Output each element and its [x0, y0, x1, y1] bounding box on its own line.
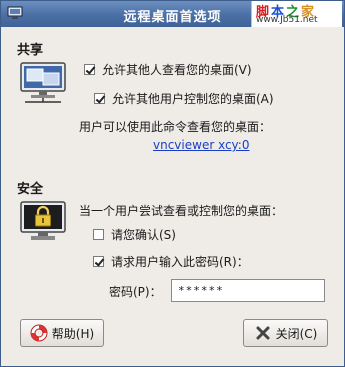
require-password-label[interactable]: 请求用户输入此密码(R)：	[111, 253, 249, 270]
confirm-checkbox[interactable]	[93, 229, 104, 240]
help-button-label: 帮助(H)	[51, 326, 95, 341]
vnc-command-link[interactable]: vncviewer xcy:0	[153, 138, 249, 152]
close-x-icon	[256, 326, 270, 340]
preferences-dialog: 远程桌面首选项 脚本之家 www.Jb51.net 共享 允许其他人查看您的桌面…	[0, 0, 345, 367]
title-bar[interactable]: 远程桌面首选项 脚本之家 www.Jb51.net	[1, 1, 344, 27]
watermark-url: www.Jb51.net	[256, 15, 318, 25]
allow-view-label[interactable]: 允许其他人查看您的桌面(V)	[102, 61, 252, 78]
sharing-heading: 共享	[17, 43, 44, 58]
allow-control-checkbox-row[interactable]: 允许其他用户控制您的桌面(A)	[94, 90, 274, 107]
close-button-label: 关闭(C)	[275, 326, 318, 341]
require-password-checkbox[interactable]	[93, 256, 104, 267]
lifebuoy-icon	[30, 324, 48, 342]
confirm-label[interactable]: 请您确认(S)	[111, 226, 176, 243]
allow-view-checkbox[interactable]	[84, 64, 95, 75]
monitor-lock-icon	[20, 201, 66, 240]
monitor-network-icon	[20, 62, 66, 103]
allow-control-checkbox[interactable]	[94, 93, 105, 104]
security-intro: 当一个用户尝试查看或控制您的桌面：	[79, 204, 284, 218]
command-hint: 用户可以使用此命令查看您的桌面：	[79, 120, 272, 134]
confirm-checkbox-row[interactable]: 请您确认(S)	[93, 226, 176, 243]
password-field[interactable]: ******	[171, 279, 325, 302]
require-password-checkbox-row[interactable]: 请求用户输入此密码(R)：	[93, 253, 249, 270]
allow-control-label[interactable]: 允许其他用户控制您的桌面(A)	[112, 90, 274, 107]
password-label: 密码(P)：	[109, 285, 162, 299]
allow-view-checkbox-row[interactable]: 允许其他人查看您的桌面(V)	[84, 61, 252, 78]
close-button[interactable]: 关闭(C)	[243, 319, 328, 347]
help-button[interactable]: 帮助(H)	[20, 319, 104, 347]
security-heading: 安全	[17, 182, 44, 197]
watermark: 脚本之家 www.Jb51.net	[251, 1, 342, 27]
